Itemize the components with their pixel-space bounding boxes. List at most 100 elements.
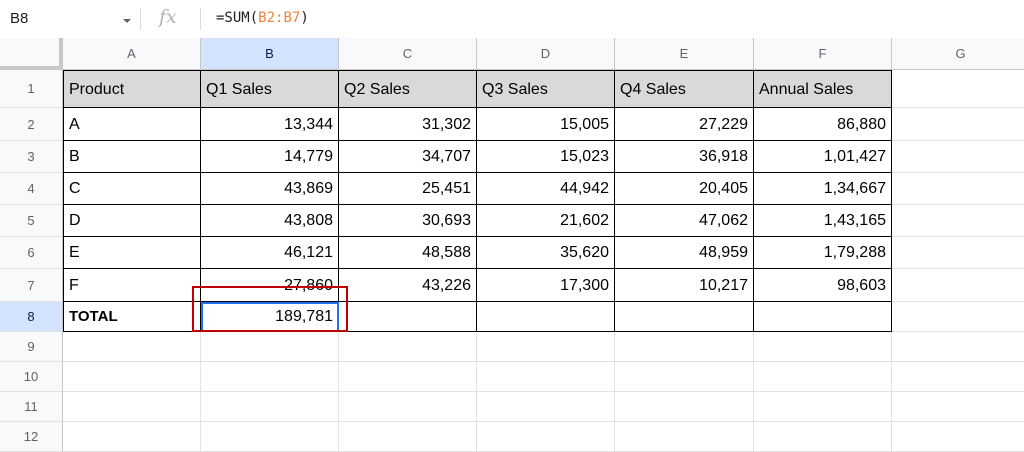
- formula-input[interactable]: =SUM(B2:B7): [216, 10, 309, 26]
- select-all-corner[interactable]: [0, 38, 63, 70]
- row-header-3[interactable]: 3: [0, 141, 63, 173]
- grid-cell[interactable]: [892, 332, 1024, 362]
- table-cell[interactable]: F: [63, 269, 201, 302]
- grid-cell[interactable]: [477, 392, 615, 422]
- table-header-cell[interactable]: Q3 Sales: [477, 70, 615, 108]
- table-header-cell[interactable]: Q4 Sales: [615, 70, 754, 108]
- table-cell[interactable]: 1,34,667: [754, 173, 892, 205]
- grid-cell[interactable]: [477, 362, 615, 392]
- table-cell[interactable]: 46,121: [201, 237, 339, 269]
- table-cell[interactable]: 43,808: [201, 205, 339, 237]
- table-cell[interactable]: 10,217: [615, 269, 754, 302]
- column-header-d[interactable]: D: [477, 38, 615, 70]
- table-cell[interactable]: 31,302: [339, 108, 477, 141]
- grid-cell[interactable]: [477, 332, 615, 362]
- grid-cell[interactable]: [754, 332, 892, 362]
- grid-cell[interactable]: [615, 362, 754, 392]
- grid-cell[interactable]: [892, 422, 1024, 452]
- table-cell[interactable]: D: [63, 205, 201, 237]
- table-cell[interactable]: 13,344: [201, 108, 339, 141]
- row-header-4[interactable]: 4: [0, 173, 63, 205]
- row-header-12[interactable]: 12: [0, 422, 63, 452]
- row-header-7[interactable]: 7: [0, 269, 63, 302]
- table-cell[interactable]: 34,707: [339, 141, 477, 173]
- table-cell[interactable]: 15,005: [477, 108, 615, 141]
- grid-cell[interactable]: [892, 108, 1024, 141]
- column-header-b[interactable]: B: [201, 38, 339, 70]
- table-cell[interactable]: 36,918: [615, 141, 754, 173]
- grid-cell[interactable]: [892, 302, 1024, 332]
- grid-cell[interactable]: [63, 392, 201, 422]
- grid-cell[interactable]: [201, 332, 339, 362]
- total-cell[interactable]: [754, 302, 892, 332]
- grid-cell[interactable]: [201, 392, 339, 422]
- row-header-9[interactable]: 9: [0, 332, 63, 362]
- grid-cell[interactable]: [754, 422, 892, 452]
- grid-cell[interactable]: [339, 392, 477, 422]
- grid-cell[interactable]: [63, 332, 201, 362]
- table-cell[interactable]: 17,300: [477, 269, 615, 302]
- column-header-c[interactable]: C: [339, 38, 477, 70]
- row-header-8[interactable]: 8: [0, 302, 63, 332]
- grid-cell[interactable]: [892, 237, 1024, 269]
- row-header-5[interactable]: 5: [0, 205, 63, 237]
- total-cell[interactable]: [339, 302, 477, 332]
- table-cell[interactable]: 44,942: [477, 173, 615, 205]
- row-header-10[interactable]: 10: [0, 362, 63, 392]
- grid-cell[interactable]: [892, 205, 1024, 237]
- grid-cell[interactable]: [615, 422, 754, 452]
- grid-cell[interactable]: [201, 362, 339, 392]
- table-cell[interactable]: 21,602: [477, 205, 615, 237]
- grid-cell[interactable]: [892, 269, 1024, 302]
- column-header-f[interactable]: F: [754, 38, 892, 70]
- table-cell[interactable]: 48,959: [615, 237, 754, 269]
- table-cell[interactable]: E: [63, 237, 201, 269]
- table-cell[interactable]: C: [63, 173, 201, 205]
- row-header-6[interactable]: 6: [0, 237, 63, 269]
- table-cell[interactable]: 20,405: [615, 173, 754, 205]
- grid-cell[interactable]: [339, 332, 477, 362]
- grid-cell[interactable]: [339, 362, 477, 392]
- table-cell[interactable]: A: [63, 108, 201, 141]
- table-cell[interactable]: 14,779: [201, 141, 339, 173]
- grid-cell[interactable]: [892, 173, 1024, 205]
- grid-cell[interactable]: [892, 362, 1024, 392]
- table-cell[interactable]: 1,79,288: [754, 237, 892, 269]
- table-cell[interactable]: 27,860: [201, 269, 339, 302]
- grid-cell[interactable]: [892, 141, 1024, 173]
- column-header-e[interactable]: E: [615, 38, 754, 70]
- row-header-1[interactable]: 1: [0, 70, 63, 108]
- table-cell[interactable]: 30,693: [339, 205, 477, 237]
- grid-cell[interactable]: [615, 392, 754, 422]
- table-header-cell[interactable]: Q1 Sales: [201, 70, 339, 108]
- table-cell[interactable]: 27,229: [615, 108, 754, 141]
- column-header-a[interactable]: A: [63, 38, 201, 70]
- table-cell[interactable]: 35,620: [477, 237, 615, 269]
- table-cell[interactable]: 86,880: [754, 108, 892, 141]
- active-cell[interactable]: 189,781: [201, 302, 339, 332]
- grid-cell[interactable]: [754, 392, 892, 422]
- grid-cell[interactable]: [477, 422, 615, 452]
- grid-cell[interactable]: [892, 392, 1024, 422]
- total-label[interactable]: TOTAL: [63, 302, 201, 332]
- row-header-2[interactable]: 2: [0, 108, 63, 141]
- grid-cell[interactable]: [754, 362, 892, 392]
- table-cell[interactable]: 43,869: [201, 173, 339, 205]
- table-cell[interactable]: 43,226: [339, 269, 477, 302]
- table-cell[interactable]: B: [63, 141, 201, 173]
- total-cell[interactable]: [477, 302, 615, 332]
- table-cell[interactable]: 25,451: [339, 173, 477, 205]
- table-cell[interactable]: 1,01,427: [754, 141, 892, 173]
- table-header-cell[interactable]: Product: [63, 70, 201, 108]
- column-header-g[interactable]: G: [892, 38, 1024, 70]
- table-cell[interactable]: 1,43,165: [754, 205, 892, 237]
- grid-cell[interactable]: [63, 362, 201, 392]
- table-cell[interactable]: 47,062: [615, 205, 754, 237]
- grid-cell[interactable]: [201, 422, 339, 452]
- table-cell[interactable]: 48,588: [339, 237, 477, 269]
- grid-cell[interactable]: [339, 422, 477, 452]
- table-header-cell[interactable]: Q2 Sales: [339, 70, 477, 108]
- table-cell[interactable]: 98,603: [754, 269, 892, 302]
- name-box[interactable]: B8: [0, 0, 140, 38]
- grid-cell[interactable]: [892, 70, 1024, 108]
